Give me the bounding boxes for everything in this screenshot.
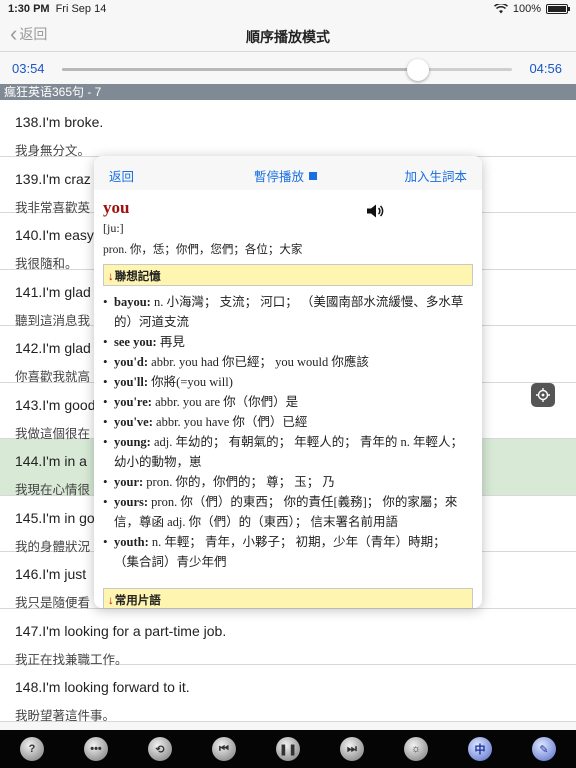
ellipsis-icon: ••• bbox=[90, 743, 102, 755]
sentence-row[interactable]: 138.I'm broke. 我身無分文。 bbox=[0, 100, 576, 158]
clock: 1:30 PM bbox=[8, 3, 50, 15]
previous-button[interactable]: ⏮ bbox=[212, 737, 236, 761]
pause-button[interactable]: ❚❚ bbox=[276, 737, 300, 761]
entry-headword: bayou: bbox=[114, 295, 151, 309]
entry-headword: you'll: bbox=[114, 375, 149, 389]
dictionary-popup: 返回 暫停播放 加入生詞本 you [ju:] pron. 你，恁；你們，您們；… bbox=[94, 156, 482, 608]
association-list: bayou: n. 小海灣； 支流； 河口； （美國南部水流緩慢、多水草的）河道… bbox=[103, 292, 473, 572]
page-title: 順序播放模式 bbox=[246, 29, 330, 45]
entry-text: n. 年輕； 青年，小夥子； 初期，少年（青年）時期； （集合詞）青少年們 bbox=[114, 535, 446, 569]
playback-progress: 03:54 04:56 bbox=[0, 53, 576, 83]
entry-text: pron. 你（們）的東西； 你的責任[義務]； 你的家屬；來信，尊函 adj.… bbox=[114, 495, 458, 529]
entry-headword: yours: bbox=[114, 495, 149, 509]
association-entry: bayou: n. 小海灣； 支流； 河口； （美國南部水流緩慢、多水草的）河道… bbox=[103, 292, 473, 332]
sentence-english: 147.I'm looking for a part-time job. bbox=[15, 622, 227, 639]
entry-headword: young: bbox=[114, 435, 151, 449]
more-button[interactable]: ••• bbox=[84, 737, 108, 761]
status-bar: 1:30 PM Fri Sep 14 100% bbox=[0, 0, 576, 18]
brightness-button[interactable]: ☼ bbox=[404, 737, 428, 761]
question-mark-icon: ? bbox=[28, 743, 36, 755]
wifi-icon bbox=[493, 4, 508, 14]
speaker-icon[interactable] bbox=[366, 204, 384, 218]
bottom-toolbar: ? ••• ⟲ ⏮ ❚❚ ⏭ ☼ 中 ✎ bbox=[0, 730, 576, 768]
entry-text: pron. 你的，你們的； 尊； 玉； 乃 bbox=[143, 475, 335, 489]
association-entry: youth: n. 年輕； 青年，小夥子； 初期，少年（青年）時期； （集合詞）… bbox=[103, 532, 473, 572]
pause-playback-button[interactable]: 暫停播放 bbox=[254, 166, 318, 185]
association-entry: young: adj. 年幼的； 有朝氣的； 年輕人的； 青年的 n. 年輕人；… bbox=[103, 432, 473, 472]
crosshair-icon bbox=[536, 388, 550, 402]
association-entry: your: pron. 你的，你們的； 尊； 玉； 乃 bbox=[103, 472, 473, 492]
phrases-header-label: 常用片語 bbox=[114, 595, 161, 607]
sun-icon: ☼ bbox=[410, 743, 422, 755]
sentence-row[interactable]: 148.I'm looking forward to it. 我盼望著這件事。 bbox=[0, 665, 576, 723]
language-label: 中 bbox=[474, 744, 486, 756]
skip-forward-icon: ⏭ bbox=[347, 742, 357, 755]
entry-text: abbr. you are 你（你們）是 bbox=[151, 395, 299, 409]
sentence-chinese: 我盼望著這件事。 bbox=[15, 709, 116, 723]
entry-text: abbr. you had 你已經； you would 你應該 bbox=[148, 355, 369, 369]
popup-back-button[interactable]: 返回 bbox=[109, 166, 134, 185]
sentence-english: 148.I'm looking forward to it. bbox=[15, 679, 190, 695]
entry-text: abbr. you have 你（們）已經 bbox=[152, 415, 308, 429]
headword: you bbox=[103, 198, 130, 217]
battery-icon bbox=[546, 4, 570, 14]
entry-headword: you're: bbox=[114, 395, 152, 409]
down-arrow-icon: ↓ bbox=[108, 271, 114, 283]
entry-headword: you'd: bbox=[114, 355, 149, 369]
navigation-bar: ‹ 返回 順序播放模式 bbox=[0, 18, 576, 52]
repeat-icon: ⟲ bbox=[155, 743, 165, 756]
battery-percent: 100% bbox=[512, 3, 541, 15]
add-to-vocabulary-button[interactable]: 加入生詞本 bbox=[404, 166, 467, 185]
stop-icon bbox=[309, 171, 318, 180]
entry-text: 再見 bbox=[156, 335, 185, 349]
progress-fill bbox=[62, 68, 418, 71]
association-entry: see you: 再見 bbox=[103, 332, 473, 352]
entry-headword: youth: bbox=[114, 535, 149, 549]
sentence-english: 138.I'm broke. bbox=[15, 114, 104, 130]
section-header: 瘋狂英语365句 - 7 bbox=[0, 84, 576, 100]
settings-button[interactable]: ✎ bbox=[532, 737, 556, 761]
date: Fri Sep 14 bbox=[55, 3, 107, 15]
entry-text: adj. 年幼的； 有朝氣的； 年輕人的； 青年的 n. 年輕人； 幼小的動物，… bbox=[114, 435, 463, 469]
phrases-header: ↓常用片語 bbox=[103, 588, 473, 608]
entry-headword: see you: bbox=[114, 335, 157, 349]
entry-text: n. 小海灣； 支流； 河口； （美國南部水流緩慢、多水草的）河道支流 bbox=[114, 295, 464, 329]
definition: pron. 你，恁；你們，您們；各位；大家 bbox=[103, 244, 303, 256]
association-entry: you've: abbr. you have 你（們）已經 bbox=[103, 412, 473, 432]
entry-headword: your: bbox=[114, 475, 144, 489]
popup-toolbar: 返回 暫停播放 加入生詞本 bbox=[94, 156, 482, 190]
association-entry: you'll: 你將(=you will) bbox=[103, 372, 473, 392]
total-time: 04:56 bbox=[529, 61, 562, 76]
pronunciation: [ju:] bbox=[103, 221, 124, 235]
tool-icon: ✎ bbox=[539, 743, 549, 756]
language-button[interactable]: 中 bbox=[468, 737, 492, 761]
locate-current-button[interactable] bbox=[531, 383, 555, 407]
help-button[interactable]: ? bbox=[20, 737, 44, 761]
next-button[interactable]: ⏭ bbox=[340, 737, 364, 761]
progress-slider[interactable] bbox=[62, 59, 512, 81]
elapsed-time: 03:54 bbox=[12, 61, 45, 76]
down-arrow-icon: ↓ bbox=[108, 595, 114, 607]
slider-thumb[interactable] bbox=[406, 59, 429, 81]
entry-text: 你將(=you will) bbox=[148, 375, 233, 389]
entry-headword: you've: bbox=[114, 415, 153, 429]
pause-icon: ❚❚ bbox=[278, 743, 298, 756]
association-header: ↓聯想記憶 bbox=[103, 264, 473, 286]
association-header-label: 聯想記憶 bbox=[114, 271, 161, 283]
pause-label: 暫停播放 bbox=[254, 170, 305, 184]
association-entry: you'd: abbr. you had 你已經； you would 你應該 bbox=[103, 352, 473, 372]
repeat-mode-button[interactable]: ⟲ bbox=[148, 737, 172, 761]
association-entry: you're: abbr. you are 你（你們）是 bbox=[103, 392, 473, 412]
sentence-row[interactable]: 147.I'm looking for a part-time job. 我正在找… bbox=[0, 608, 576, 667]
association-entry: yours: pron. 你（們）的東西； 你的責任[義務]； 你的家屬；來信，… bbox=[103, 492, 473, 532]
skip-back-icon: ⏮ bbox=[219, 742, 229, 755]
